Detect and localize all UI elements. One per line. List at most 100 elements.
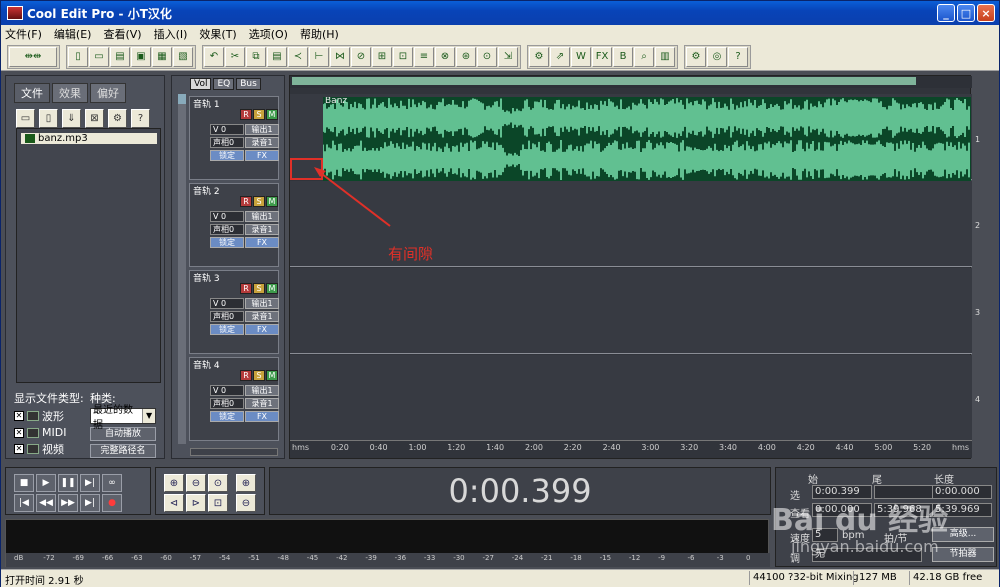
scroll-icon[interactable]: ⇗ <box>550 46 570 67</box>
fx-icon[interactable]: FX <box>592 46 612 67</box>
fx-button[interactable]: FX <box>245 411 279 422</box>
audio-clip[interactable]: Banz <box>323 97 971 181</box>
undo-icon[interactable]: ↶ <box>204 46 224 67</box>
new-file-icon[interactable]: ▯ <box>68 46 88 67</box>
help-icon[interactable]: ? <box>728 46 748 67</box>
cut-icon[interactable]: ✂ <box>225 46 245 67</box>
lock-button[interactable]: 锁定 <box>210 411 244 422</box>
zoom-right-icon[interactable]: ⊳ <box>186 494 206 512</box>
output-button[interactable]: 输出1 <box>245 298 279 309</box>
lock-button[interactable]: 锁定 <box>210 237 244 248</box>
full-path-button[interactable]: 完整路径名 <box>90 444 156 458</box>
output-button[interactable]: 输出1 <box>245 211 279 222</box>
solo-button[interactable]: S <box>253 283 265 294</box>
copy-icon[interactable]: ⧉ <box>246 46 266 67</box>
pan-field[interactable]: 声相0 <box>210 224 244 235</box>
fx-button[interactable]: FX <box>245 324 279 335</box>
tab-files[interactable]: 文件 <box>14 83 50 103</box>
output-button[interactable]: 输出1 <box>245 385 279 396</box>
wet-icon[interactable]: W <box>571 46 591 67</box>
save-icon[interactable]: ▣ <box>131 46 151 67</box>
zoom-full-icon[interactable]: ⊙ <box>208 474 228 492</box>
bpm-icon[interactable]: B <box>613 46 633 67</box>
minimize-button[interactable]: _ <box>937 4 955 22</box>
mute-button[interactable]: M <box>266 283 278 294</box>
volume-field[interactable]: V 0 <box>210 124 244 135</box>
switch-view-button[interactable]: ⇹⇹ <box>9 46 57 67</box>
solo-button[interactable]: S <box>253 109 265 120</box>
menu-effects[interactable]: 效果(T) <box>199 26 236 42</box>
zoom-selection-icon[interactable]: ⊡ <box>208 494 228 512</box>
time-ruler[interactable]: hms 0:20 0:40 1:00 1:20 1:40 2:00 2:20 2:40 3:00 3… <box>290 440 972 458</box>
pan-field[interactable]: 声相0 <box>210 398 244 409</box>
menu-edit[interactable]: 编辑(E) <box>54 26 92 42</box>
record-device-button[interactable]: 录音1 <box>245 311 279 322</box>
midi-checkbox[interactable]: ✕ <box>14 427 24 438</box>
tab-vol[interactable]: Vol <box>190 78 212 90</box>
track-lane-1[interactable]: Banz <box>290 94 972 181</box>
solo-button[interactable]: S <box>253 196 265 207</box>
tab-eq[interactable]: EQ <box>213 78 235 90</box>
record-arm-button[interactable]: R <box>240 370 252 381</box>
mute-button[interactable]: M <box>266 109 278 120</box>
web-icon[interactable]: ◎ <box>707 46 727 67</box>
lock-button[interactable]: 锁定 <box>210 324 244 335</box>
output-button[interactable]: 输出1 <box>245 124 279 135</box>
record-device-button[interactable]: 录音1 <box>245 137 279 148</box>
split-icon[interactable]: ⊢ <box>309 46 329 67</box>
video-checkbox[interactable]: ✕ <box>14 444 24 454</box>
help-icon[interactable]: ? <box>131 109 150 128</box>
menu-view[interactable]: 查看(V) <box>103 26 141 42</box>
multitrack-view[interactable]: Banz 有间隙 hms 0:20 0:40 1:00 1:20 1:40 2:00 2:20… <box>289 75 972 459</box>
snap-icon[interactable]: ⊙ <box>477 46 497 67</box>
insert-icon[interactable]: ⇓ <box>62 109 81 128</box>
zoom-in-vertical-icon[interactable]: ⊕ <box>236 474 256 492</box>
volume-field[interactable]: V 0 <box>210 211 244 222</box>
device-icon[interactable]: ▥ <box>655 46 675 67</box>
menu-insert[interactable]: 插入(I) <box>154 26 188 42</box>
mute-icon[interactable]: ⊘ <box>351 46 371 67</box>
overview-bar[interactable] <box>290 76 972 88</box>
paste-icon[interactable]: ▤ <box>267 46 287 67</box>
group-icon[interactable]: ⊞ <box>372 46 392 67</box>
play-to-end-icon[interactable]: ▶| <box>80 474 100 492</box>
mute-button[interactable]: M <box>266 196 278 207</box>
search-icon[interactable]: ⌕ <box>634 46 654 67</box>
close-button[interactable]: × <box>977 4 995 22</box>
record-icon[interactable]: ● <box>102 494 122 512</box>
pan-field[interactable]: 声相0 <box>210 311 244 322</box>
record-device-button[interactable]: 录音1 <box>245 398 279 409</box>
go-to-end-icon[interactable]: ▶| <box>80 494 100 512</box>
loop-icon[interactable]: ⊗ <box>435 46 455 67</box>
close-file-icon[interactable]: ⊠ <box>85 109 104 128</box>
menu-file[interactable]: 文件(F) <box>5 26 42 42</box>
loop-play-icon[interactable]: ∞ <box>102 474 122 492</box>
maximize-button[interactable]: □ <box>957 4 975 22</box>
go-to-start-icon[interactable]: |◀ <box>14 494 34 512</box>
crossfade-icon[interactable]: ⋈ <box>330 46 350 67</box>
open-file-icon[interactable]: ▭ <box>16 109 35 128</box>
mute-button[interactable]: M <box>266 370 278 381</box>
menu-help[interactable]: 帮助(H) <box>300 26 339 42</box>
properties-icon[interactable]: ⚙ <box>108 109 127 128</box>
import-icon[interactable]: ▯ <box>39 109 58 128</box>
options-icon[interactable]: ⚙ <box>529 46 549 67</box>
play-icon[interactable]: ▶ <box>36 474 56 492</box>
mix-icon[interactable]: ⊛ <box>456 46 476 67</box>
waveform-checkbox[interactable]: ✕ <box>14 411 24 421</box>
tab-bus[interactable]: Bus <box>236 78 261 90</box>
zoom-out-horizontal-icon[interactable]: ⊖ <box>186 474 206 492</box>
track-panel-scrollbar[interactable] <box>190 448 278 456</box>
volume-field[interactable]: V 0 <box>210 298 244 309</box>
align-icon[interactable]: ≡ <box>414 46 434 67</box>
kind-select[interactable]: 最近的数据 ▼ <box>90 405 156 431</box>
record-device-button[interactable]: 录音1 <box>245 224 279 235</box>
zoom-left-icon[interactable]: ⊲ <box>164 494 184 512</box>
fx-button[interactable]: FX <box>245 237 279 248</box>
record-arm-button[interactable]: R <box>240 283 252 294</box>
envelope-icon[interactable]: ≺ <box>288 46 308 67</box>
solo-button[interactable]: S <box>253 370 265 381</box>
bounce-icon[interactable]: ⇲ <box>498 46 518 67</box>
zoom-in-horizontal-icon[interactable]: ⊕ <box>164 474 184 492</box>
track-scrollbar[interactable] <box>178 94 186 444</box>
